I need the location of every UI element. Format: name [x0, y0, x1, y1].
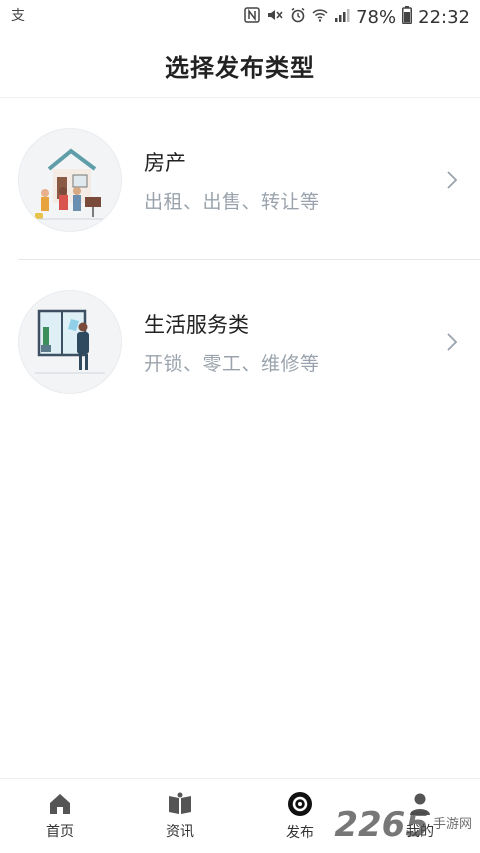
wifi-icon [312, 7, 328, 27]
category-title: 生活服务类 [144, 312, 249, 337]
publish-icon [286, 790, 314, 818]
category-life-services[interactable]: 生活服务类 开锁、零工、维修等 [0, 262, 480, 422]
category-title: 房产 [144, 150, 186, 175]
tab-bar: 首页 资讯 发布 我的 [0, 778, 480, 853]
tab-profile[interactable]: 我的 [360, 779, 480, 853]
tab-label: 首页 [46, 824, 74, 840]
signal-icon [334, 7, 350, 27]
battery-percent: 78% [356, 6, 397, 28]
category-subtitle: 开锁、零工、维修等 [144, 352, 320, 375]
chevron-right-icon [447, 333, 458, 351]
category-subtitle: 出租、出售、转让等 [144, 190, 320, 213]
tab-label: 资讯 [166, 824, 194, 840]
svg-text:支: 支 [11, 8, 25, 24]
clock: 22:32 [418, 6, 470, 28]
divider [18, 259, 480, 260]
status-bar: 支 78% 22:32 [0, 0, 480, 34]
battery-icon [402, 6, 413, 28]
chevron-right-icon [447, 171, 458, 189]
house-illustration [18, 128, 122, 232]
tab-label: 我的 [406, 824, 434, 840]
tab-publish[interactable]: 发布 [240, 779, 360, 853]
book-icon [167, 791, 193, 817]
tab-label: 发布 [286, 825, 314, 841]
tab-news[interactable]: 资讯 [120, 779, 240, 853]
alipay-icon: 支 [10, 6, 28, 28]
tab-home[interactable]: 首页 [0, 779, 120, 853]
profile-icon [407, 791, 433, 817]
nav-header: 选择发布类型 [0, 34, 480, 98]
page-title: 选择发布类型 [165, 54, 315, 82]
alarm-icon [290, 7, 306, 27]
service-illustration [18, 290, 122, 394]
nfc-icon [244, 7, 260, 27]
category-real-estate[interactable]: 房产 出租、出售、转让等 [0, 100, 480, 260]
home-icon [47, 791, 73, 817]
mute-icon [266, 7, 284, 27]
